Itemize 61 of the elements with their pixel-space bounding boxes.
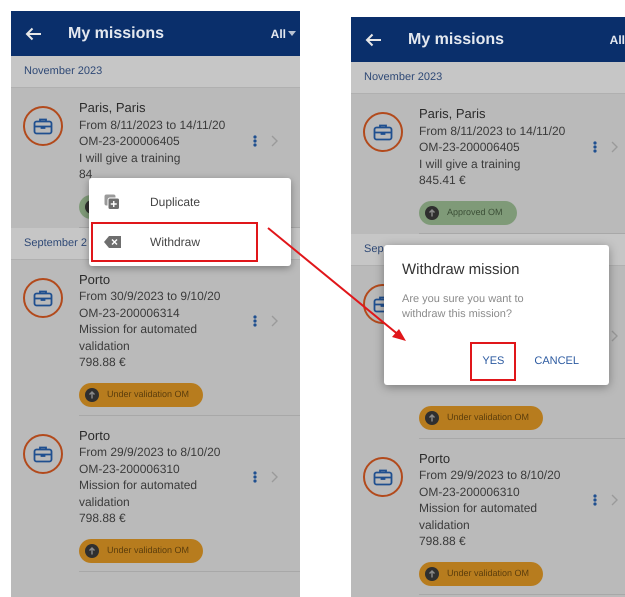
header-title: My missions (408, 30, 504, 50)
arrow-up-circle-icon (85, 544, 99, 558)
section-heading: November 2023 (11, 56, 300, 88)
back-arrow-icon[interactable] (25, 26, 42, 40)
dialog-button[interactable]: YES (470, 342, 516, 381)
arrow-up-circle-icon (425, 566, 439, 580)
more-options-icon[interactable] (593, 494, 597, 506)
filter-dropdown[interactable]: All (270, 24, 296, 42)
arrow-up-circle-icon (85, 388, 99, 402)
briefcase-icon (23, 278, 63, 318)
header-title: My missions (68, 24, 164, 44)
section-heading: November 2023 (351, 62, 625, 94)
more-options-icon[interactable] (253, 135, 257, 148)
mission-purpose: I will give a training (79, 150, 182, 166)
backspace-icon (104, 236, 122, 248)
status-badge: Under validation OM (79, 382, 204, 406)
mission-purpose: I will give a training (419, 156, 522, 172)
back-arrow-icon[interactable] (365, 32, 382, 46)
more-options-icon[interactable] (593, 141, 597, 154)
mission-reference: OM-23-200006405 (419, 139, 521, 156)
arrow-up-circle-icon (425, 410, 439, 424)
mission-purpose: Mission for automated validation (79, 477, 198, 510)
mission-dates: From 8/11/2023 to 14/11/20 (419, 122, 566, 139)
dialog-message: Are you sure you want to withdraw this mission? (402, 292, 525, 322)
mission-dates: From 29/9/2023 to 8/10/20 (419, 467, 562, 484)
mission-amount: 845.41 € (419, 172, 466, 188)
mission-place: Porto (79, 428, 112, 444)
menu-item[interactable]: Withdraw (91, 222, 258, 262)
briefcase-icon (23, 434, 63, 474)
arrow-up-circle-icon (425, 206, 439, 220)
mission-reference: OM-23-200006314 (79, 304, 181, 321)
status-badge: Under validation OM (419, 562, 544, 586)
status-badge: Approved OM (419, 200, 517, 224)
mission-place: Paris, Paris (419, 106, 486, 122)
mission-purpose: Mission for automated validation (419, 500, 538, 533)
mission-amount: 798.88 € (79, 510, 126, 526)
mission-place: Paris, Paris (79, 100, 146, 116)
mission-amount: 798.88 € (419, 533, 466, 550)
more-options-icon[interactable] (253, 471, 257, 483)
filter-dropdown[interactable]: All (610, 30, 625, 48)
mission-amount: 84 (79, 166, 92, 182)
duplicate-icon (104, 194, 120, 210)
mission-amount: 798.88 € (79, 354, 126, 370)
briefcase-icon (23, 106, 63, 146)
status-badge: Under validation OM (419, 406, 544, 430)
more-options-icon[interactable] (253, 315, 257, 327)
menu-item[interactable]: Duplicate (91, 182, 258, 222)
mission-dates: From 30/9/2023 to 9/10/20 (79, 288, 222, 304)
mission-dates: From 8/11/2023 to 14/11/20 (79, 116, 226, 133)
dialog-button[interactable]: CANCEL (522, 342, 591, 381)
mission-dates: From 29/9/2023 to 8/10/20 (79, 444, 222, 460)
mission-reference: OM-23-200006405 (79, 133, 181, 150)
mission-reference: OM-23-200006310 (79, 460, 181, 477)
mission-purpose: Mission for automated validation (79, 321, 198, 354)
mission-place: Porto (419, 450, 452, 467)
caret-icon (288, 31, 296, 36)
briefcase-icon (363, 112, 403, 152)
mission-place: Porto (79, 272, 112, 288)
status-badge: Under validation OM (79, 538, 204, 562)
briefcase-icon (363, 456, 403, 496)
mission-reference: OM-23-200006310 (419, 484, 521, 500)
